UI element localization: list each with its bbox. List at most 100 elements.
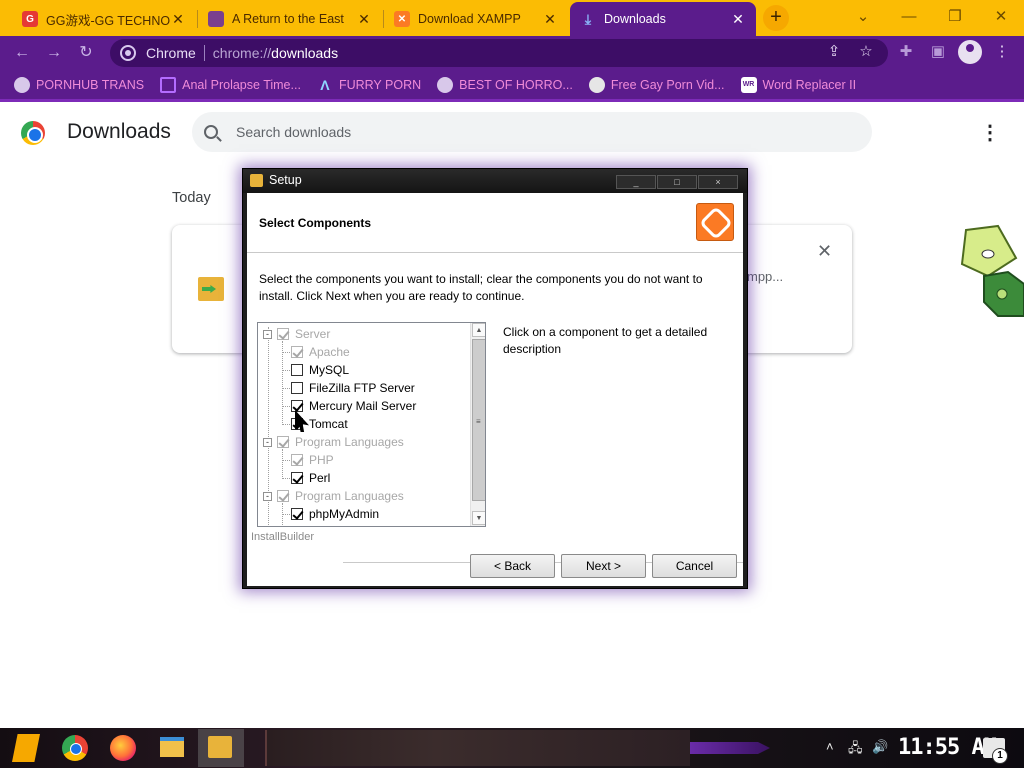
component-checkbox[interactable] [291,382,303,394]
dialog-close-button[interactable]: × [698,175,738,189]
globe-icon [437,76,454,93]
chrome-logo-icon [21,121,45,145]
restore-window-button[interactable]: ❐ [940,4,970,30]
back-button[interactable]: < Back [470,554,555,578]
tab-downloads[interactable]: ⤓ Downloads ✕ [570,2,756,36]
volume-icon[interactable]: 🔊 [872,739,888,755]
component-label: Tomcat [309,417,348,431]
chrome-page-info-icon[interactable] [120,45,136,61]
bookmark-label: PORNHUB TRANS [36,77,145,92]
chrome-icon[interactable] [62,735,88,761]
scroll-up-icon[interactable]: ▲ [472,323,485,337]
more-actions-icon[interactable]: ⋮ [980,121,1000,145]
taskbar-clock[interactable]: 11:55 AM [898,735,997,760]
tab-return-to-the-east[interactable]: A Return to the East ✕ [198,2,382,36]
setup-body: Select Components Select the components … [247,193,743,586]
component-checkbox[interactable] [291,400,303,412]
component-row[interactable]: - Program Languages [263,433,404,451]
more-menu-icon[interactable]: ⋮ [992,42,1012,60]
globe-icon [14,76,30,93]
search-downloads-input[interactable]: Search downloads [192,112,872,152]
tree-branch-line [282,370,290,371]
dialog-minimize-button[interactable]: _ [616,175,656,189]
dialog-maximize-button[interactable]: □ [657,175,697,189]
component-row[interactable]: FileZilla FTP Server [282,379,415,397]
minimize-window-button[interactable]: — [894,4,924,30]
component-checkbox[interactable] [291,508,303,520]
setup-app-icon [250,174,263,187]
close-icon[interactable]: ✕ [170,11,186,28]
scroll-thumb[interactable]: ≡ [472,339,485,501]
close-icon[interactable]: ✕ [730,11,746,28]
setup-header: Select Components [247,193,743,253]
side-panel-icon[interactable]: ▣ [928,42,948,60]
cancel-button[interactable]: Cancel [652,554,737,578]
component-row[interactable]: - Program Languages [263,487,404,505]
tab-gg-techno[interactable]: G GG游戏-GG TECHNO ✕ [12,2,196,36]
collapse-toggle-icon[interactable]: - [263,329,272,339]
bookmark-star-icon[interactable]: ☆ [856,42,876,60]
tree-branch-line [282,388,290,389]
collapse-toggle-icon[interactable]: - [263,491,272,501]
tab-search-chevron-icon[interactable]: ⌄ [848,4,878,30]
url-host: downloads [271,45,339,61]
address-bar[interactable]: Chrome chrome:// downloads [110,39,888,67]
setup-titlebar[interactable]: Setup _ □ × [243,169,747,193]
component-row[interactable]: PHP [282,451,334,469]
xampp-logo-icon [696,203,734,241]
scroll-down-icon[interactable]: ▼ [472,511,485,525]
component-row[interactable]: phpMyAdmin [282,505,379,523]
component-checkbox[interactable] [291,472,303,484]
forward-arrow-icon[interactable]: → [42,41,66,65]
component-label: FileZilla FTP Server [309,381,415,395]
triangle-logo-icon: Λ [320,76,330,93]
bookmark-label: Anal Prolapse Time... [182,77,301,92]
bookmark-item[interactable]: BEST OF HORRO... [437,76,573,93]
component-row[interactable]: Mercury Mail Server [282,397,417,415]
new-tab-button[interactable]: + [763,5,789,31]
tree-branch-line [282,352,290,353]
bookmark-item[interactable]: Λ FURRY PORN [317,77,421,93]
bookmark-item[interactable]: Anal Prolapse Time... [160,76,301,93]
profile-avatar[interactable] [958,40,982,64]
component-row[interactable]: Perl [282,469,330,487]
site-logo-icon [588,76,605,93]
collapse-toggle-icon[interactable]: - [263,437,272,447]
extensions-puzzle-icon[interactable]: ✚ [896,42,916,60]
wr-extension-icon: WR [740,76,757,93]
setup-icon[interactable] [208,736,232,758]
installbuilder-label: InstallBuilder [251,531,314,543]
reload-icon[interactable]: ↻ [74,41,98,65]
file-explorer-icon[interactable] [160,737,184,757]
component-row[interactable]: MySQL [282,361,349,379]
close-icon[interactable]: ✕ [542,11,558,28]
component-row[interactable]: Apache [282,343,350,361]
bookmark-item[interactable]: WR Word Replacer II [740,76,856,93]
share-icon[interactable]: ⇪ [824,42,844,60]
download-filename[interactable]: mpp... [747,269,783,284]
component-description: Click on a component to get a detailed d… [503,325,708,356]
tab-download-xampp[interactable]: ✕ Download XAMPP ✕ [384,2,568,36]
page-info-label: Chrome [146,45,196,61]
tree-scrollbar[interactable]: ▲ ≡ ▼ [470,323,485,526]
network-icon[interactable]: 🖧 [848,739,863,761]
component-checkbox [291,454,303,466]
component-checkbox[interactable] [291,364,303,376]
back-arrow-icon[interactable]: ← [10,41,34,65]
bookmark-item[interactable]: Free Gay Porn Vid... [588,76,725,93]
bookmark-item[interactable]: PORNHUB TRANS [14,76,145,93]
show-hidden-icons-chevron-icon[interactable]: ˄ [826,739,834,754]
component-row[interactable]: - Server [263,325,330,343]
close-window-button[interactable]: ✕ [986,4,1016,30]
tab-strip: G GG游戏-GG TECHNO ✕ A Return to the East … [0,0,1024,36]
next-button[interactable]: Next > [561,554,646,578]
gg-favicon-icon: G [22,11,38,27]
component-label: Program Languages [295,435,404,449]
firefox-icon[interactable] [110,735,136,761]
component-label: Mercury Mail Server [309,399,417,413]
remove-download-icon[interactable]: ✕ [817,241,832,262]
component-tree[interactable]: - Server Apache MySQL FileZilla FTP Server Me… [257,322,486,527]
close-icon[interactable]: ✕ [356,11,372,28]
notification-count-badge: 1 [992,748,1008,764]
setup-description: Select the components you want to instal… [259,272,703,303]
